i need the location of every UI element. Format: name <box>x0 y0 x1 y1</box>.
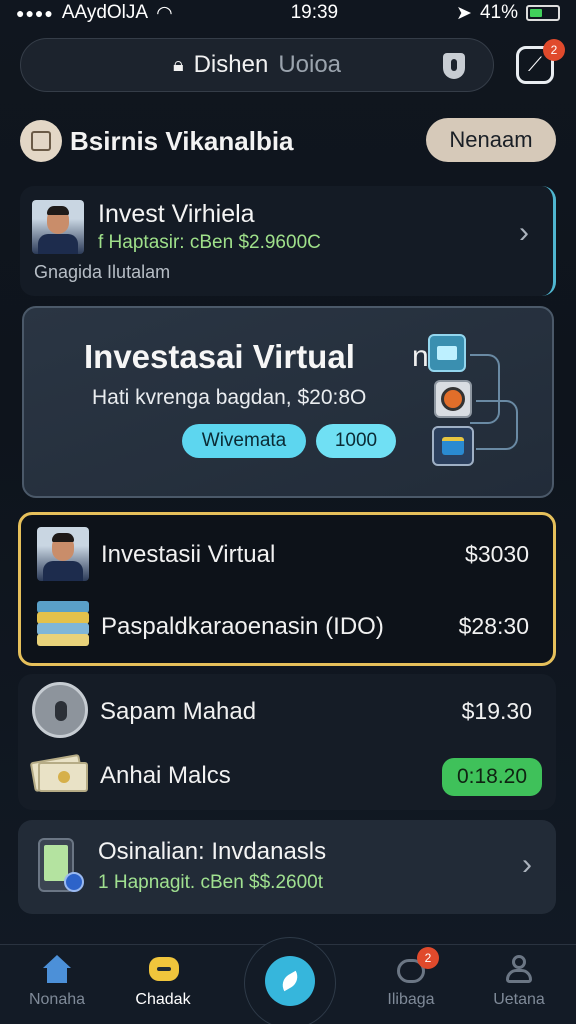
card-title: Invest Virhiela <box>98 200 255 228</box>
chat-icon <box>147 955 179 985</box>
hero-primary-pill[interactable]: Wivemata <box>182 424 306 458</box>
list-item-value: $3030 <box>465 541 529 567</box>
app-icon <box>428 334 466 372</box>
nav-label: Ilibaga <box>387 991 435 1008</box>
status-bar: ●●●● AAydOlJA ◠ 19:39 ➤ 41% <box>0 0 576 26</box>
signal-dots-icon: ●●●● <box>16 5 54 21</box>
list-item-label: Paspaldkaraoenasin (IDO) <box>101 613 384 640</box>
location-icon: ➤ <box>456 2 472 24</box>
safe-icon <box>32 682 88 738</box>
portfolio-highlight-card[interactable]: Investasii Virtual $3030 Paspaldkaraoena… <box>18 512 556 666</box>
wifi-icon: ◠ <box>156 2 173 24</box>
nav-label: Chadak <box>135 991 191 1008</box>
section-title: Bsirnis Vikanalbia <box>70 126 294 156</box>
hero-subtitle: Hati kvrenga bagdan, $20:8O <box>92 386 367 409</box>
hero-banner[interactable]: Investasai Virtual n Hati kvrenga bagdan… <box>22 306 554 498</box>
bottom-nav: Nonaha Chadak 2 Ilibaga Uetana <box>0 937 576 1024</box>
notification-badge: 2 <box>543 39 565 61</box>
home-icon <box>41 955 73 985</box>
nav-item-messages[interactable]: 2 Ilibaga <box>366 947 456 1009</box>
center-action-button[interactable] <box>244 937 336 1024</box>
hero-title-suffix: n <box>412 340 429 373</box>
card-title: Osinalian: Invdanasls <box>98 838 327 865</box>
avatar <box>37 527 89 581</box>
section-header: Bsirnis Vikanalbia Nenaam <box>20 118 556 164</box>
list-item-value: $28:30 <box>458 613 529 639</box>
card-subtitle: 1 Hapnagit. cBen $$.2600t <box>98 872 324 893</box>
leaf-icon <box>265 956 315 1006</box>
books-icon <box>37 601 89 646</box>
calendar-icon <box>20 120 62 162</box>
nav-item-home[interactable]: Nonaha <box>12 955 102 1009</box>
coin-icon <box>434 380 472 418</box>
investment-card[interactable]: Invest Virhiela f Haptasir: cBen $2.9600… <box>20 186 556 296</box>
edit-icon: ⟋ <box>528 53 542 76</box>
phone-icon <box>38 838 84 892</box>
chevron-right-icon[interactable]: › <box>519 216 529 250</box>
notification-button[interactable]: ⟋ 2 <box>516 39 565 84</box>
search-placeholder: Uoioa <box>278 51 342 78</box>
lock-icon: 🔒︎ <box>172 53 184 76</box>
search-input[interactable]: 🔒︎ Dishen Uoioa <box>20 38 494 92</box>
list-item-label: Investasii Virtual <box>101 541 276 568</box>
profile-icon <box>503 955 535 985</box>
carrier-name: AAydOlJA <box>61 2 149 23</box>
battery-percent: 41% <box>479 2 518 23</box>
cash-icon <box>29 748 90 796</box>
nav-item-profile[interactable]: Uetana <box>474 955 564 1009</box>
message-icon: 2 <box>395 947 439 985</box>
messages-badge: 2 <box>417 947 439 969</box>
connector-line <box>476 400 518 450</box>
card-footer: Gnagida Ilutalam <box>34 262 171 282</box>
portfolio-card[interactable]: Sapam Mahad $19.30 Anhai Malcs 0:18.20 <box>18 674 556 810</box>
wallet-icon <box>432 426 474 466</box>
card-subtitle: f Haptasir: cBen $2.9600C <box>98 232 321 253</box>
nav-label: Nonaha <box>28 991 86 1008</box>
value-badge: 0:18.20 <box>442 758 542 796</box>
list-item-label: Sapam Mahad <box>100 698 257 725</box>
header-action-button[interactable]: Nenaam <box>426 118 556 162</box>
battery-icon <box>525 5 560 21</box>
nav-item-chat[interactable]: Chadak <box>118 955 208 1009</box>
nav-label: Uetana <box>493 991 545 1008</box>
hero-title: Investasai Virtual <box>84 338 355 375</box>
avatar <box>32 200 84 254</box>
shield-icon[interactable] <box>443 53 465 79</box>
simulation-card[interactable]: Osinalian: Invdanasls 1 Hapnagit. cBen $… <box>18 820 556 914</box>
list-item-value: $19.30 <box>461 698 532 724</box>
hero-secondary-pill[interactable]: 1000 <box>316 424 396 458</box>
clock: 19:39 <box>290 2 339 23</box>
list-item-label: Anhai Malcs <box>100 762 231 789</box>
search-label: Dishen <box>193 51 269 78</box>
chevron-right-icon[interactable]: › <box>522 848 532 882</box>
